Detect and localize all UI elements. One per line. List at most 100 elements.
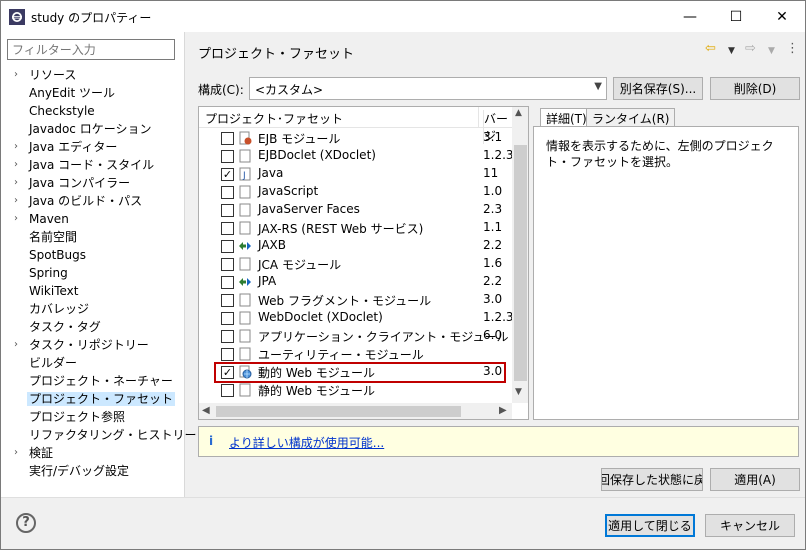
chevron-right-icon[interactable]: ›	[14, 444, 18, 462]
scrollbar-thumb[interactable]	[514, 145, 527, 381]
facet-checkbox[interactable]	[221, 186, 234, 199]
maximize-button[interactable]: ☐	[713, 1, 759, 32]
config-select[interactable]: <カスタム> ▼	[249, 77, 607, 100]
sidebar-item-maven[interactable]: › Maven	[1, 210, 185, 228]
chevron-right-icon[interactable]: ›	[14, 210, 18, 228]
tab-runtime[interactable]: ランタイム(R)	[586, 108, 676, 127]
chevron-right-icon[interactable]: ›	[14, 156, 18, 174]
page-icon	[239, 203, 251, 217]
scroll-up-icon[interactable]: ▲	[515, 108, 522, 118]
forward-arrow-icon[interactable]: ⇨	[745, 41, 756, 56]
facet-row-ejb[interactable]: EJB モジュール 3.1	[199, 129, 512, 147]
minimize-button[interactable]: —	[667, 1, 713, 32]
sidebar-item-wikitext[interactable]: WikiText	[1, 282, 185, 300]
facet-checkbox[interactable]	[221, 240, 234, 253]
sidebar-item-spring[interactable]: Spring	[1, 264, 185, 282]
facet-row-static-web[interactable]: 静的 Web モジュール	[199, 381, 512, 399]
sidebar-item-spotbugs[interactable]: SpotBugs	[1, 246, 185, 264]
facet-checkbox[interactable]: ✓	[221, 168, 234, 181]
facet-checkbox[interactable]	[221, 312, 234, 325]
facet-row-jsf[interactable]: JavaServer Faces 2.3	[199, 201, 512, 219]
info-bar: i より詳しい構成が使用可能...	[198, 426, 799, 457]
facet-row-web-fragment[interactable]: Web フラグメント・モジュール 3.0	[199, 291, 512, 309]
sidebar-item-resource[interactable]: › リソース	[1, 66, 185, 84]
page-icon	[239, 347, 251, 361]
facet-row-webdoclet[interactable]: WebDoclet (XDoclet) 1.2.3	[199, 309, 514, 327]
sidebar-item-java-editor[interactable]: › Java エディター	[1, 138, 185, 156]
page-icon	[239, 329, 251, 343]
chevron-down-icon[interactable]: ▼	[728, 46, 735, 56]
facet-row-jaxb[interactable]: JAXB 2.2	[199, 237, 512, 255]
horizontal-scrollbar[interactable]: ◀ ▶	[199, 403, 512, 419]
facet-checkbox[interactable]	[221, 204, 234, 217]
java-icon: J	[239, 167, 251, 181]
facet-checkbox[interactable]	[221, 294, 234, 307]
column-divider[interactable]	[478, 107, 479, 128]
facet-row-ejbdoclet[interactable]: EJBDoclet (XDoclet) 1.2.3	[199, 147, 514, 165]
chevron-right-icon[interactable]: ›	[14, 174, 18, 192]
chevron-right-icon[interactable]: ›	[14, 192, 18, 210]
facet-checkbox[interactable]	[221, 348, 234, 361]
sidebar-item-javadoc[interactable]: Javadoc ロケーション	[1, 120, 185, 138]
sidebar-item-java-compiler[interactable]: › Java コンパイラー	[1, 174, 185, 192]
cancel-button[interactable]: キャンセル	[705, 514, 795, 537]
facet-row-jca[interactable]: JCA モジュール 1.6	[199, 255, 512, 273]
facet-row-utility[interactable]: ユーティリティー・モジュール	[199, 345, 512, 363]
facet-checkbox[interactable]	[221, 330, 234, 343]
sidebar-item-task-tags[interactable]: タスク・タグ	[1, 318, 185, 336]
scroll-left-icon[interactable]: ◀	[202, 405, 210, 416]
facet-checkbox[interactable]	[221, 132, 234, 145]
sidebar-item-anyedit[interactable]: AnyEdit ツール	[1, 84, 185, 102]
tab-details[interactable]: 詳細(T)	[540, 108, 593, 127]
facet-row-jpa[interactable]: JPA 2.2	[199, 273, 512, 291]
sidebar-item-namespace[interactable]: 名前空間	[1, 228, 185, 246]
close-button[interactable]: ✕	[759, 1, 805, 32]
vertical-scrollbar[interactable]: ▲ ▼	[512, 107, 528, 403]
page-title: プロジェクト・ファセット	[198, 47, 355, 62]
sidebar-item-checkstyle[interactable]: Checkstyle	[1, 102, 185, 120]
back-arrow-icon[interactable]: ⇦	[705, 41, 716, 56]
sidebar-item-builders[interactable]: ビルダー	[1, 354, 185, 372]
svg-text:J: J	[242, 171, 246, 181]
facet-checkbox[interactable]	[221, 384, 234, 397]
sidebar-item-java-build-path[interactable]: › Java のビルド・パス	[1, 192, 185, 210]
column-header-facet[interactable]: プロジェクト･ファセット	[205, 110, 343, 127]
facet-row-app-client[interactable]: アプリケーション・クライアント・モジュール 6.0	[199, 327, 512, 345]
facet-row-jaxrs[interactable]: JAX-RS (REST Web サービス) 1.1	[199, 219, 512, 237]
facet-checkbox[interactable]	[221, 258, 234, 271]
chevron-right-icon[interactable]: ›	[14, 138, 18, 156]
sidebar-item-run-debug[interactable]: 実行/デバッグ設定	[1, 462, 185, 480]
scrollbar-thumb[interactable]	[216, 406, 461, 417]
apply-button[interactable]: 適用(A)	[710, 468, 800, 491]
restore-defaults-button[interactable]: 回保存した状態に戻	[601, 468, 703, 491]
chevron-down-icon[interactable]: ▼	[768, 46, 775, 56]
help-icon[interactable]: ?	[16, 513, 36, 533]
save-as-button[interactable]: 別名保存(S)...	[613, 77, 703, 100]
sidebar-item-java-code-style[interactable]: › Java コード・スタイル	[1, 156, 185, 174]
scroll-down-icon[interactable]: ▼	[515, 387, 522, 397]
sidebar-item-project-natures[interactable]: プロジェクト・ネーチャー	[1, 372, 185, 390]
chevron-right-icon[interactable]: ›	[14, 66, 18, 84]
scroll-right-icon[interactable]: ▶	[499, 405, 507, 416]
sidebar-item-validation[interactable]: › 検証	[1, 444, 185, 462]
sidebar-item-project-facets[interactable]: プロジェクト・ファセット	[1, 390, 185, 408]
sidebar-item-coverage[interactable]: カバレッジ	[1, 300, 185, 318]
window-title: study のプロパティー	[31, 11, 152, 25]
facet-checkbox[interactable]	[221, 276, 234, 289]
page-icon	[239, 257, 251, 271]
sidebar-item-project-references[interactable]: プロジェクト参照	[1, 408, 185, 426]
apply-and-close-button[interactable]: 適用して閉じる	[605, 514, 695, 537]
sidebar-item-task-repository[interactable]: › タスク・リポジトリー	[1, 336, 185, 354]
facet-checkbox[interactable]	[221, 150, 234, 163]
view-menu-icon[interactable]: ⋮	[786, 41, 799, 56]
filter-input[interactable]	[7, 39, 175, 60]
delete-button[interactable]: 削除(D)	[710, 77, 800, 100]
sidebar-item-refactoring-history[interactable]: リファクタリング・ヒストリー	[1, 426, 197, 444]
more-config-link[interactable]: より詳しい構成が使用可能...	[229, 434, 384, 451]
facet-row-javascript[interactable]: JavaScript 1.0	[199, 183, 512, 201]
properties-dialog: study のプロパティー — ☐ ✕ ›リソース AnyEdit ツール Ch…	[0, 0, 806, 550]
info-icon: i	[209, 434, 214, 448]
chevron-right-icon[interactable]: ›	[14, 336, 18, 354]
facet-row-java[interactable]: ✓ J Java 11	[199, 165, 512, 183]
facet-checkbox[interactable]	[221, 222, 234, 235]
